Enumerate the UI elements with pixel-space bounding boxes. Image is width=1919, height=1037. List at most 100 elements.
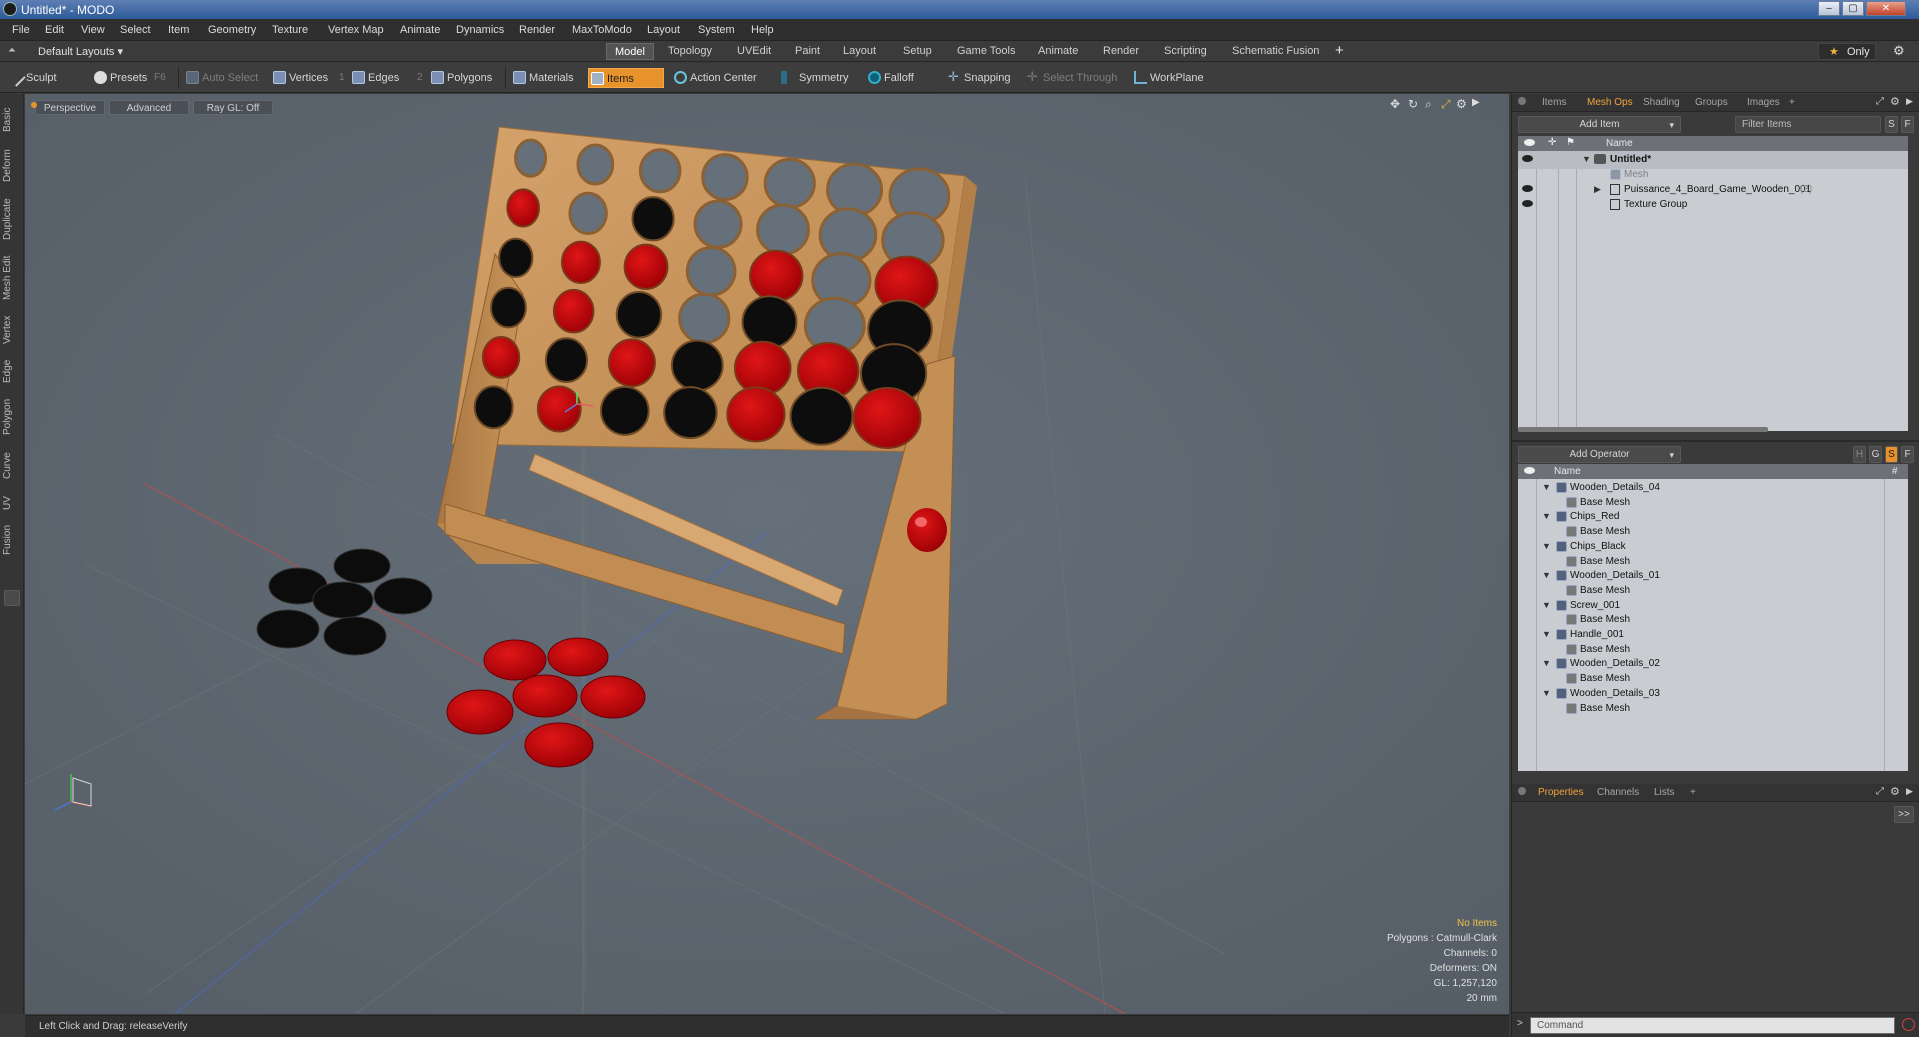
edges-button[interactable]: Edges: [350, 68, 412, 88]
tab-images[interactable]: Images: [1747, 97, 1780, 108]
tab-basic[interactable]: Basic: [2, 102, 22, 138]
tab-vertex[interactable]: Vertex: [2, 312, 22, 348]
tab-items[interactable]: Items: [1542, 97, 1566, 108]
meshops-s-button[interactable]: S: [1885, 446, 1898, 463]
tab-schematic-fusion[interactable]: Schematic Fusion: [1224, 43, 1327, 60]
tab-model[interactable]: Model: [606, 43, 654, 60]
tab-properties[interactable]: Properties: [1538, 787, 1584, 798]
panel-expand-icon[interactable]: ⤢: [1876, 786, 1884, 797]
collapse-arrow-icon[interactable]: ▼: [1542, 658, 1551, 668]
tab-layout[interactable]: Layout: [835, 43, 884, 60]
tree-item-texture-group[interactable]: Texture Group: [1518, 196, 1908, 214]
menu-texture[interactable]: Texture: [272, 24, 308, 36]
action-center-button[interactable]: Action Center: [672, 68, 762, 88]
menu-vertex-map[interactable]: Vertex Map: [328, 24, 384, 36]
menu-maxtomodo[interactable]: MaxToModo: [572, 24, 632, 36]
items-scrollbar[interactable]: [1518, 427, 1768, 432]
maximize-button[interactable]: ▢: [1842, 1, 1864, 16]
tab-animate[interactable]: Animate: [1030, 43, 1086, 60]
visibility-eye-icon[interactable]: [1522, 185, 1533, 192]
rotate-icon[interactable]: ↻: [1408, 97, 1418, 111]
tab-groups[interactable]: Groups: [1695, 97, 1728, 108]
tab-shading[interactable]: Shading: [1643, 97, 1680, 108]
tab-polygon[interactable]: Polygon: [2, 394, 22, 440]
collapse-arrow-icon[interactable]: ▼: [1542, 511, 1551, 521]
gear-icon[interactable]: ⚙: [1893, 43, 1905, 59]
menu-render[interactable]: Render: [519, 24, 555, 36]
panel-arrow-icon[interactable]: ▶: [1906, 96, 1913, 107]
filter-s-button[interactable]: S: [1885, 116, 1898, 133]
tab-deform[interactable]: Deform: [2, 146, 22, 186]
toolbox-toggle[interactable]: [4, 590, 20, 606]
layout-arrow-icon[interactable]: ⏶: [8, 45, 16, 56]
tab-paint[interactable]: Paint: [787, 43, 828, 60]
meshops-h-button[interactable]: H: [1853, 446, 1866, 463]
view-perspective-button[interactable]: Perspective: [35, 100, 105, 115]
expand-properties-button[interactable]: >>: [1894, 806, 1914, 823]
tab-topology[interactable]: Topology: [660, 43, 720, 60]
zoom-icon[interactable]: ⌕: [1425, 97, 1432, 112]
close-button[interactable]: ✕: [1866, 1, 1906, 16]
layout-select[interactable]: Default Layouts ▾: [38, 45, 123, 58]
menu-view[interactable]: View: [81, 24, 105, 36]
snapping-button[interactable]: ✛ Snapping: [946, 68, 1016, 88]
collapse-arrow-icon[interactable]: ▼: [1542, 570, 1551, 580]
command-input[interactable]: Command: [1530, 1017, 1895, 1034]
add-operator-button[interactable]: Add Operator ▾: [1518, 446, 1681, 463]
tab-curve[interactable]: Curve: [2, 448, 22, 484]
menu-edit[interactable]: Edit: [45, 24, 64, 36]
tab-game-tools[interactable]: Game Tools: [949, 43, 1024, 60]
viewport-gear-icon[interactable]: ⚙: [1456, 97, 1467, 111]
tab-channels[interactable]: Channels: [1597, 787, 1639, 798]
panel-arrow-icon[interactable]: ▶: [1906, 786, 1913, 797]
sculpt-button[interactable]: Sculpt: [7, 68, 86, 88]
panel-expand-icon[interactable]: ⤢: [1876, 96, 1884, 107]
raygl-button[interactable]: Ray GL: Off: [193, 100, 273, 115]
add-item-button[interactable]: Add Item ▾: [1518, 116, 1681, 133]
tab-edge[interactable]: Edge: [2, 356, 22, 386]
visibility-eye-icon[interactable]: [1522, 200, 1533, 207]
only-toggle[interactable]: ★ Only: [1818, 43, 1876, 60]
tab-add[interactable]: +: [1789, 97, 1795, 108]
items-button[interactable]: Items: [588, 68, 664, 88]
collapse-arrow-icon[interactable]: ▼: [1582, 154, 1591, 164]
workplane-button[interactable]: WorkPlane: [1132, 68, 1210, 88]
tab-mesh-ops[interactable]: Mesh Ops: [1587, 97, 1633, 108]
tab-fusion[interactable]: Fusion: [2, 522, 22, 558]
materials-button[interactable]: Materials: [511, 68, 587, 88]
collapse-arrow-icon[interactable]: ▼: [1542, 482, 1551, 492]
menu-dynamics[interactable]: Dynamics: [456, 24, 504, 36]
visibility-eye-icon[interactable]: [1522, 155, 1533, 162]
menu-system[interactable]: System: [698, 24, 735, 36]
vertices-button[interactable]: Vertices: [271, 68, 339, 88]
filter-items-input[interactable]: Filter Items: [1735, 116, 1881, 133]
tab-scripting[interactable]: Scripting: [1156, 43, 1215, 60]
expand-arrow-icon[interactable]: ▶: [1594, 184, 1601, 195]
meshops-f-button[interactable]: F: [1901, 446, 1914, 463]
menu-animate[interactable]: Animate: [400, 24, 440, 36]
tab-setup[interactable]: Setup: [895, 43, 940, 60]
filter-f-button[interactable]: F: [1901, 116, 1914, 133]
tab-uv[interactable]: UV: [2, 492, 22, 514]
viewport-menu-arrow-icon[interactable]: ▶: [1472, 97, 1480, 108]
falloff-button[interactable]: Falloff: [866, 68, 930, 88]
polygons-button[interactable]: Polygons: [429, 68, 501, 88]
select-through-button[interactable]: ✛ Select Through: [1025, 68, 1119, 88]
collapse-arrow-icon[interactable]: ▼: [1542, 600, 1551, 610]
meshops-g-button[interactable]: G: [1869, 446, 1882, 463]
tab-mesh-edit[interactable]: Mesh Edit: [2, 252, 22, 304]
auto-select-button[interactable]: Auto Select: [184, 68, 264, 88]
menu-item[interactable]: Item: [168, 24, 189, 36]
tab-render[interactable]: Render: [1095, 43, 1147, 60]
tab-uvedit[interactable]: UVEdit: [729, 43, 779, 60]
tab-duplicate[interactable]: Duplicate: [2, 194, 22, 244]
tab-add[interactable]: +: [1690, 787, 1696, 798]
meshop-base-mesh[interactable]: Base Mesh: [1518, 700, 1908, 718]
tab-lists[interactable]: Lists: [1654, 787, 1675, 798]
menu-layout[interactable]: Layout: [647, 24, 680, 36]
record-icon[interactable]: [1902, 1018, 1915, 1031]
menu-file[interactable]: File: [12, 24, 30, 36]
collapse-arrow-icon[interactable]: ▼: [1542, 541, 1551, 551]
collapse-arrow-icon[interactable]: ▼: [1542, 688, 1551, 698]
collapse-arrow-icon[interactable]: ▼: [1542, 629, 1551, 639]
